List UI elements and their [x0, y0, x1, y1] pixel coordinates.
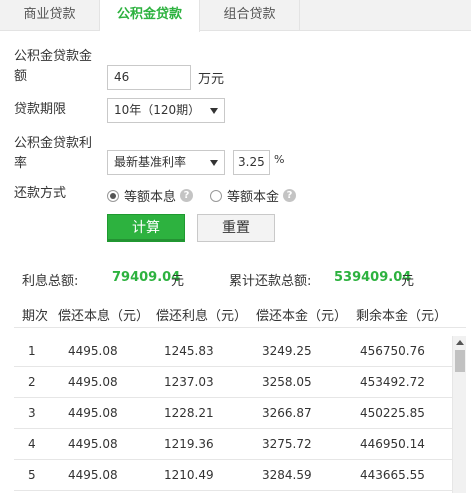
rate-label-line2: 率	[14, 156, 28, 171]
loan-term-value: 10年（120期）	[114, 103, 201, 117]
repayment-total-label: 累计还款总额:	[229, 274, 312, 289]
cell-payment: 4495.08	[68, 437, 118, 451]
interest-total-unit: 元	[171, 274, 185, 289]
help-icon[interactable]: ?	[283, 189, 297, 202]
scrollbar-thumb[interactable]	[455, 350, 465, 372]
rate-value-input[interactable]: 3.25	[233, 150, 270, 175]
amount-label-line1: 公积金贷款金	[14, 49, 93, 64]
cell-period: 5	[28, 468, 36, 482]
cell-period: 4	[28, 437, 36, 451]
cell-interest: 1228.21	[164, 406, 214, 420]
loan-type-tabs: 商业贷款 公积金贷款 组合贷款	[0, 0, 471, 32]
method-label: 还款方式	[14, 186, 67, 201]
cell-remaining: 443665.55	[360, 468, 425, 482]
cell-principal: 3284.59	[262, 468, 312, 482]
interest-total-label: 利息总额:	[22, 274, 79, 289]
loan-term-select[interactable]: 10年（120期）	[107, 98, 225, 123]
cell-period: 2	[28, 375, 36, 389]
cell-interest: 1210.49	[164, 468, 214, 482]
cell-period: 3	[28, 406, 36, 420]
amount-label-line2: 额	[14, 69, 28, 84]
cell-principal: 3275.72	[262, 437, 312, 451]
help-icon[interactable]: ?	[180, 189, 194, 202]
cell-remaining: 450225.85	[360, 406, 425, 420]
cell-payment: 4495.08	[68, 468, 118, 482]
cell-interest: 1219.36	[164, 437, 214, 451]
cell-interest: 1237.03	[164, 375, 214, 389]
header-period: 期次	[22, 309, 49, 324]
header-remaining: 剩余本金（元）	[356, 309, 448, 324]
rate-type-select[interactable]: 最新基准利率	[107, 150, 225, 175]
repayment-total-unit: 元	[401, 274, 415, 289]
repayment-total-value: 539409.04	[334, 270, 412, 285]
table-row: 2 4495.08 1237.03 3258.05 453492.72	[14, 367, 452, 398]
rate-label-line1: 公积金贷款利	[14, 136, 93, 151]
header-payment: 偿还本息（元）	[58, 309, 150, 324]
radio-equal-installment-label: 等额本息	[124, 190, 177, 205]
radio-equal-installment[interactable]: 等额本息 ?	[107, 186, 194, 205]
chevron-down-icon	[210, 160, 218, 166]
table-row: 1 4495.08 1245.83 3249.25 456750.76	[14, 336, 452, 367]
table-scrollbar[interactable]	[452, 336, 466, 493]
cell-payment: 4495.08	[68, 406, 118, 420]
radio-equal-principal[interactable]: 等额本金 ?	[210, 186, 297, 205]
rate-type-value: 最新基准利率	[114, 155, 187, 169]
amount-unit: 万元	[198, 72, 225, 87]
radio-unselected-icon[interactable]	[210, 189, 222, 202]
calculate-button[interactable]: 计算	[107, 214, 185, 242]
cell-principal: 3266.87	[262, 406, 312, 420]
radio-equal-principal-label: 等额本金	[227, 190, 280, 205]
cell-remaining: 453492.72	[360, 375, 425, 389]
cell-interest: 1245.83	[164, 344, 214, 358]
cell-remaining: 446950.14	[360, 437, 425, 451]
cell-remaining: 456750.76	[360, 344, 425, 358]
rate-unit: %	[274, 153, 285, 166]
schedule-table-header: 期次 偿还本息（元） 偿还利息（元） 偿还本金（元） 剩余本金（元）	[14, 300, 466, 328]
tab-commercial-loan[interactable]: 商业贷款	[0, 0, 100, 31]
cell-principal: 3249.25	[262, 344, 312, 358]
table-row: 3 4495.08 1228.21 3266.87 450225.85	[14, 398, 452, 429]
loan-amount-input[interactable]: 46	[107, 65, 191, 90]
reset-button[interactable]: 重置	[197, 214, 275, 242]
term-label: 贷款期限	[14, 102, 67, 117]
header-interest: 偿还利息（元）	[156, 309, 248, 324]
schedule-table-body: 1 4495.08 1245.83 3249.25 456750.76 2 44…	[14, 336, 452, 493]
cell-payment: 4495.08	[68, 375, 118, 389]
chevron-down-icon	[210, 108, 218, 114]
table-row: 5 4495.08 1210.49 3284.59 443665.55	[14, 460, 452, 491]
tab-combined-loan[interactable]: 组合贷款	[200, 0, 300, 31]
header-principal: 偿还本金（元）	[256, 309, 348, 324]
scroll-up-arrow-icon[interactable]	[456, 340, 464, 345]
table-row: 4 4495.08 1219.36 3275.72 446950.14	[14, 429, 452, 460]
tab-provident-fund-loan[interactable]: 公积金贷款	[100, 0, 200, 32]
cell-principal: 3258.05	[262, 375, 312, 389]
cell-period: 1	[28, 344, 36, 358]
cell-payment: 4495.08	[68, 344, 118, 358]
radio-selected-icon[interactable]	[107, 189, 119, 202]
